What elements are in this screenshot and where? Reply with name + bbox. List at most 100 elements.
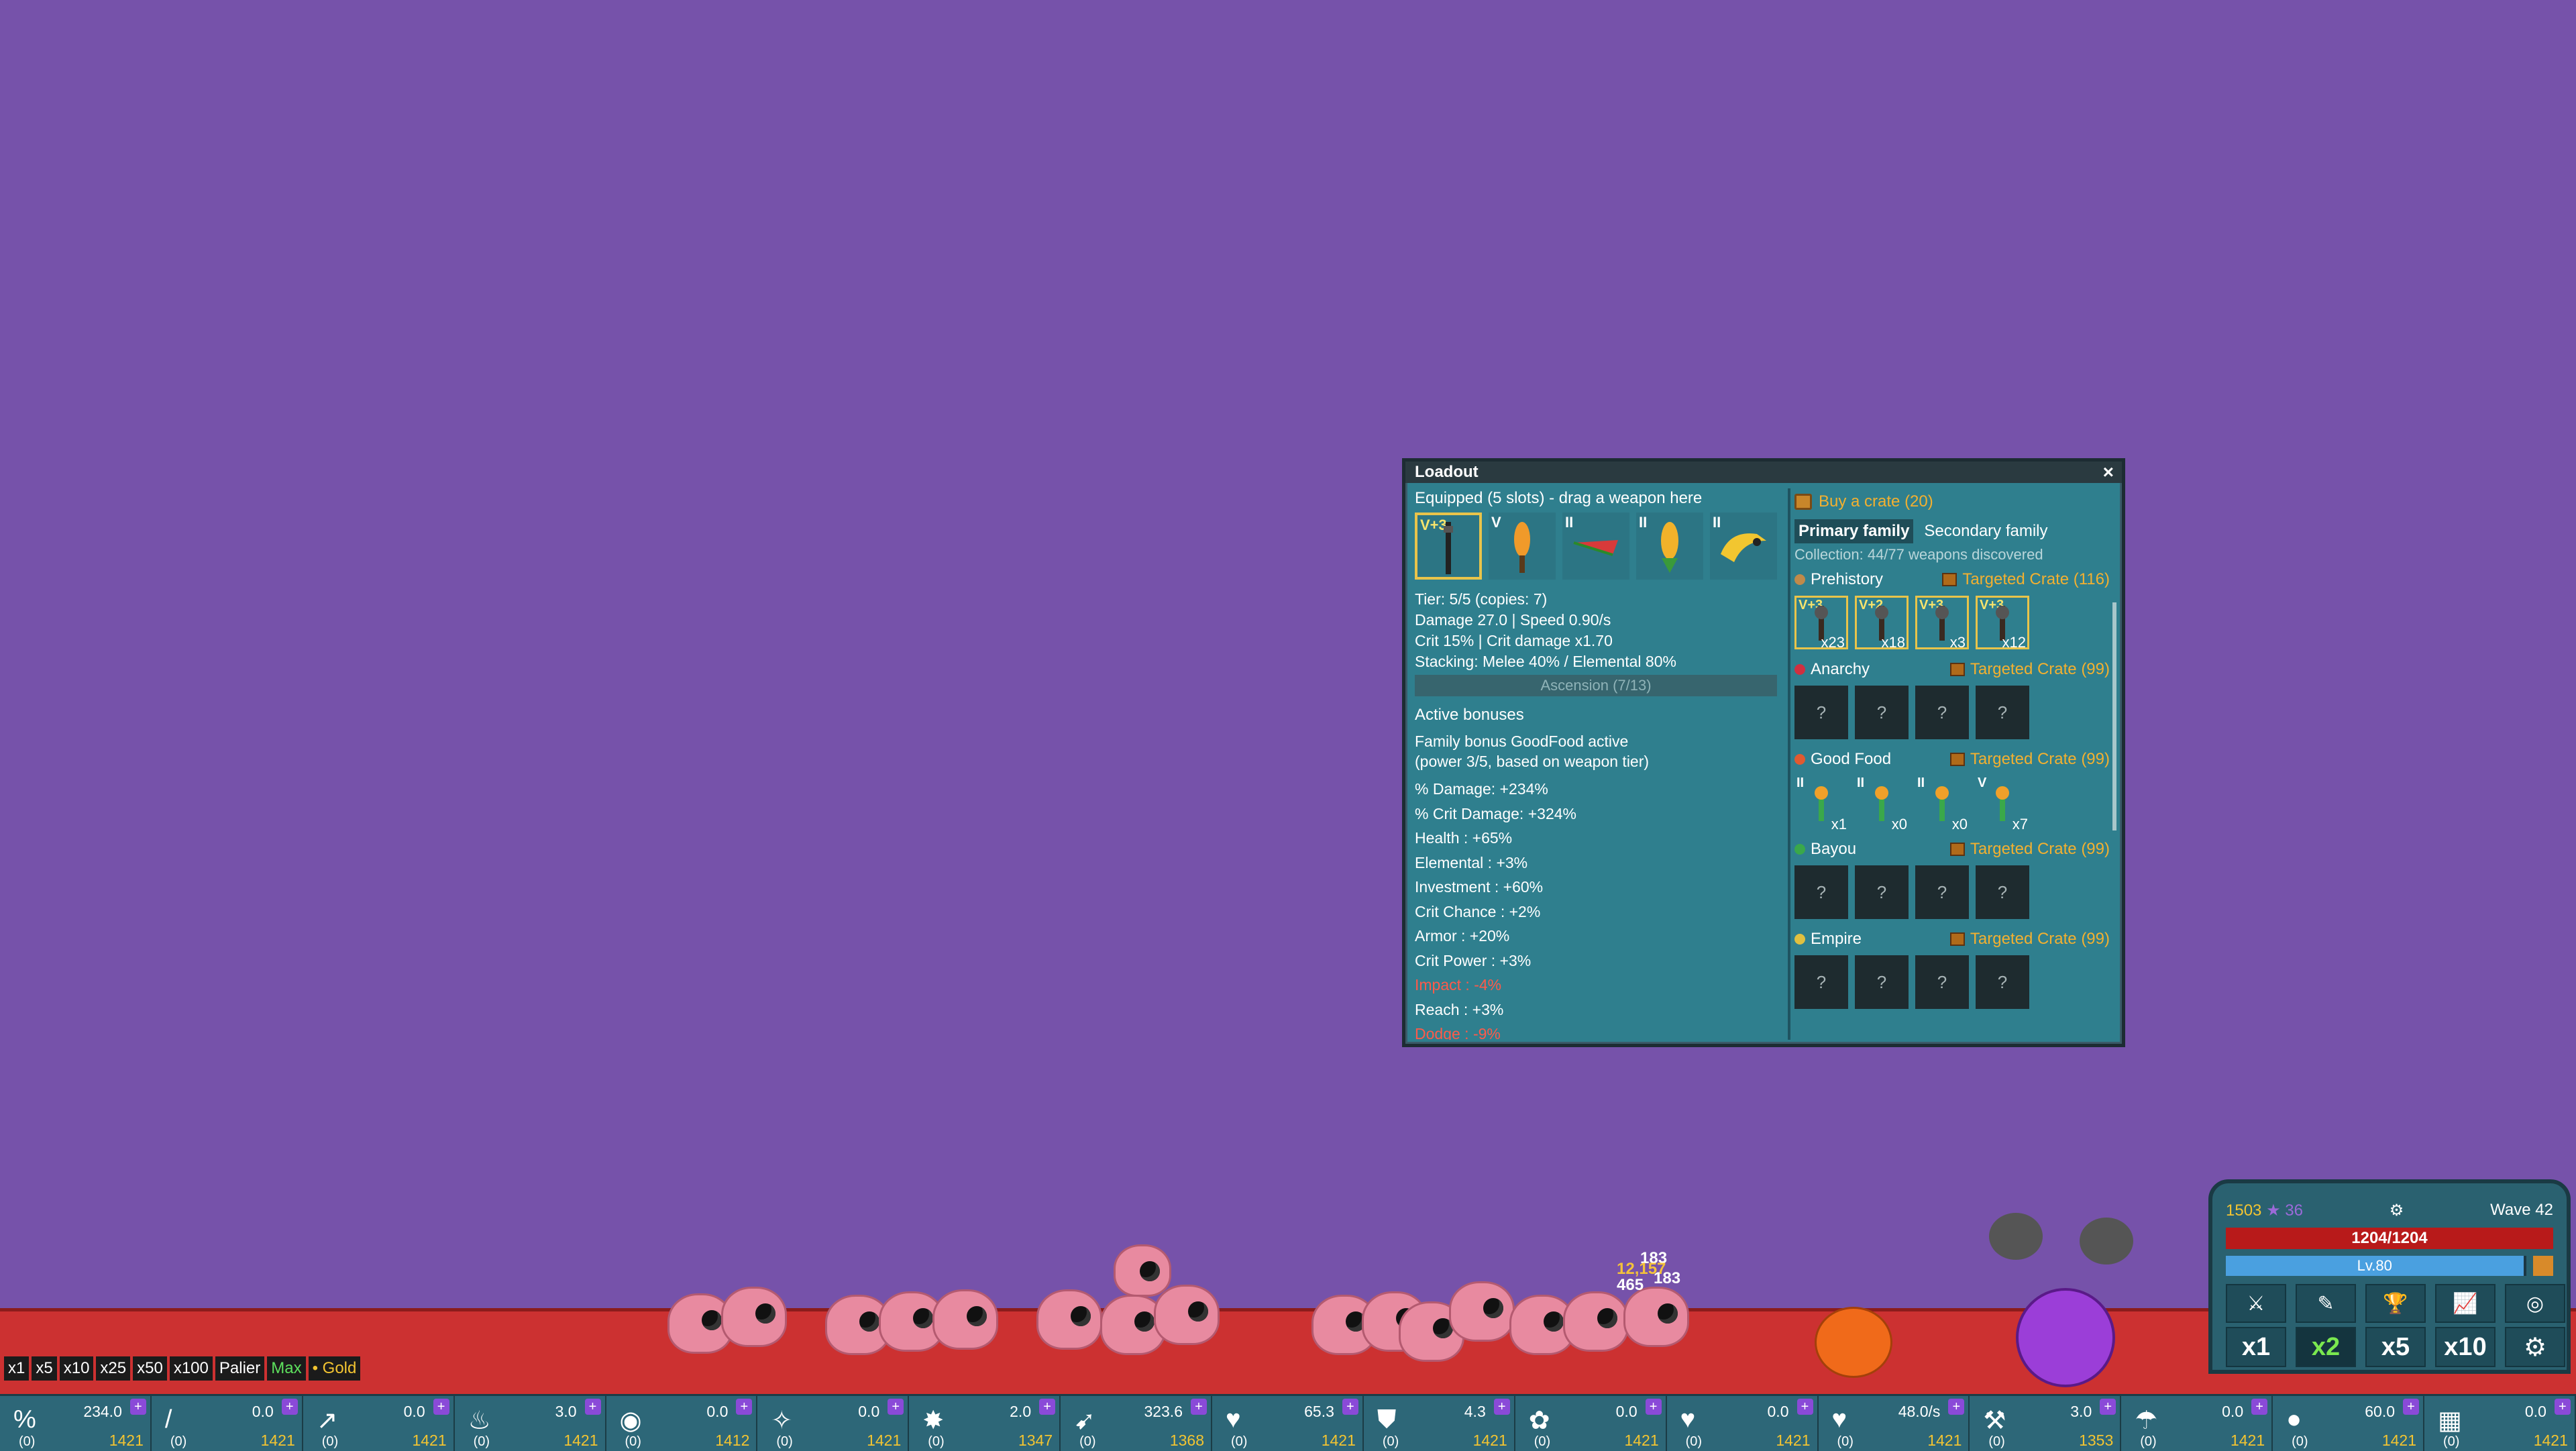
loadout-titlebar[interactable]: Loadout × <box>1405 462 2122 483</box>
upgrade-slot[interactable]: ♥ 48.0/s + (0) 1421 <box>1819 1396 1970 1451</box>
plus-icon[interactable]: + <box>1948 1399 1965 1415</box>
weapon-slot[interactable]: Vx7 <box>1976 775 2029 832</box>
targeted-crate-button[interactable]: Targeted Crate (99) <box>1949 840 2110 859</box>
plus-icon[interactable]: + <box>2403 1399 2419 1415</box>
equipped-slot-4[interactable]: II <box>1636 513 1703 580</box>
plus-icon[interactable]: + <box>129 1399 146 1415</box>
weapon-slot[interactable]: II x0 <box>1915 775 1969 832</box>
undiscovered-weapon-slot[interactable]: ? <box>1855 865 1909 919</box>
undiscovered-weapon-slot[interactable]: ? <box>1855 686 1909 739</box>
weapon-slot[interactable]: V+2 x18 <box>1855 596 1909 651</box>
plus-icon[interactable]: + <box>433 1399 449 1415</box>
close-button[interactable]: × <box>2103 462 2114 483</box>
multiplier-x50-button[interactable]: x50 <box>133 1356 167 1381</box>
upgrade-slot[interactable]: ◉ 0.0 + (0) 1412 <box>606 1396 758 1451</box>
undiscovered-weapon-slot[interactable]: ? <box>1915 686 1969 739</box>
target-icon[interactable]: ◎ <box>2505 1284 2565 1323</box>
weapon-slot[interactable]: V+3 x23 <box>1794 596 1848 651</box>
targeted-crate-button[interactable]: Targeted Crate (99) <box>1949 750 2110 769</box>
upgrade-slot[interactable]: ● 60.0 + (0) 1421 <box>2273 1396 2424 1451</box>
plus-icon[interactable]: + <box>1342 1399 1358 1415</box>
upgrade-slot[interactable]: % 234.0 + (0) 1421 <box>0 1396 152 1451</box>
targeted-crate-button[interactable]: Targeted Crate (116) <box>1942 570 2110 589</box>
equipped-slot-3[interactable]: II <box>1562 513 1629 580</box>
undiscovered-weapon-slot[interactable]: ? <box>1794 955 1848 1009</box>
plus-icon[interactable]: + <box>2554 1399 2571 1415</box>
multiplier-x100-button[interactable]: x100 <box>169 1356 213 1381</box>
undiscovered-weapon-slot[interactable]: ? <box>1855 955 1909 1009</box>
corn-weapon-icon <box>1514 522 1530 573</box>
weapon-slot[interactable]: II x1 <box>1794 775 1848 832</box>
game-speed-x2[interactable]: x2 <box>2296 1327 2356 1367</box>
weapon-slot[interactable]: V+3 x12 <box>1976 596 2029 651</box>
plus-icon[interactable]: + <box>2100 1399 2116 1415</box>
upgrade-slot[interactable]: ♨ 3.0 + (0) 1421 <box>455 1396 606 1451</box>
pink-blob-enemy <box>1623 1287 1689 1347</box>
upgrade-slot[interactable]: / 0.0 + (0) 1421 <box>152 1396 303 1451</box>
undiscovered-weapon-slot[interactable]: ? <box>1976 955 2029 1009</box>
multiplier-max-button[interactable]: Max <box>267 1356 306 1381</box>
equipped-slot-1[interactable]: V+3 <box>1415 513 1482 580</box>
crate-icon <box>1949 843 1965 856</box>
plus-icon[interactable]: + <box>1796 1399 1813 1415</box>
weapon-slot[interactable]: V+3 x3 <box>1915 596 1969 651</box>
family-name: Bayou <box>1794 840 1856 859</box>
undiscovered-weapon-slot[interactable]: ? <box>1976 865 2029 919</box>
upgrade-slot[interactable]: ⚒ 3.0 + (0) 1353 <box>1970 1396 2122 1451</box>
targeted-crate-button[interactable]: Targeted Crate (99) <box>1949 930 2110 949</box>
gear-icon[interactable]: ⚙ <box>2505 1327 2565 1367</box>
plus-icon[interactable]: + <box>2251 1399 2268 1415</box>
equipped-slot-2[interactable]: V <box>1489 513 1556 580</box>
multiplier-palier-button[interactable]: Palier <box>215 1356 265 1381</box>
weapon-slot[interactable]: II x0 <box>1855 775 1909 832</box>
stats-icon[interactable]: 📈 <box>2435 1284 2496 1323</box>
undiscovered-weapon-slot[interactable]: ? <box>1794 865 1848 919</box>
gift-icon[interactable] <box>2533 1256 2553 1276</box>
undiscovered-weapon-slot[interactable]: ? <box>1915 955 1969 1009</box>
tab-primary-family[interactable]: Primary family <box>1794 519 1914 543</box>
targeted-crate-button[interactable]: Targeted Crate (99) <box>1949 660 2110 679</box>
upgrade-slot[interactable]: ↗ 0.0 + (0) 1421 <box>303 1396 455 1451</box>
undiscovered-weapon-slot[interactable]: ? <box>1794 686 1848 739</box>
game-speed-x5[interactable]: x5 <box>2365 1327 2426 1367</box>
collection-scrollbar[interactable] <box>2112 602 2116 830</box>
upgrade-slot[interactable]: ⛊ 4.3 + (0) 1421 <box>1364 1396 1515 1451</box>
multiplier-x10-button[interactable]: x10 <box>59 1356 94 1381</box>
upgrade-slot[interactable]: ✧ 0.0 + (0) 1421 <box>757 1396 910 1451</box>
upgrade-slot[interactable]: ☂ 0.0 + (0) 1421 <box>2121 1396 2273 1451</box>
plus-icon[interactable]: + <box>736 1399 753 1415</box>
undiscovered-weapon-slot[interactable]: ? <box>1915 865 1969 919</box>
ascension-button[interactable]: Ascension (7/13) <box>1415 675 1777 696</box>
bonus-item: Reach : +3% <box>1415 1000 1504 1018</box>
game-speed-x10[interactable]: x10 <box>2435 1327 2496 1367</box>
upgrade-slot[interactable]: ▦ 0.0 + (0) 1421 <box>2424 1396 2576 1451</box>
trophy-icon[interactable]: 🏆 <box>2365 1284 2426 1323</box>
upgrade-slot[interactable]: ♥ 0.0 + (0) 1421 <box>1667 1396 1819 1451</box>
plus-icon[interactable]: + <box>1191 1399 1207 1415</box>
tab-secondary-family[interactable]: Secondary family <box>1920 519 2051 543</box>
upgrade-slot[interactable]: ✿ 0.0 + (0) 1421 <box>1515 1396 1667 1451</box>
plus-icon[interactable]: + <box>584 1399 601 1415</box>
plus-icon[interactable]: + <box>1039 1399 1056 1415</box>
plus-icon[interactable]: + <box>1493 1399 1510 1415</box>
plus-icon[interactable]: + <box>1645 1399 1662 1415</box>
multiplier-x1-button[interactable]: x1 <box>4 1356 30 1381</box>
family-name: Prehistory <box>1794 570 1883 589</box>
multiplier-x25-button[interactable]: x25 <box>96 1356 131 1381</box>
buy-crate-button[interactable]: Buy a crate (20) <box>1794 488 2116 515</box>
scroll-icon[interactable]: ✎ <box>2296 1284 2356 1323</box>
multiplier-x5-button[interactable]: x5 <box>32 1356 57 1381</box>
weapons-icon[interactable]: ⚔ <box>2226 1284 2286 1323</box>
plus-icon[interactable]: + <box>888 1399 904 1415</box>
upgrade-slot[interactable]: ♥ 65.3 + (0) 1421 <box>1212 1396 1364 1451</box>
smoke-cloud <box>1989 1213 2043 1260</box>
plus-icon[interactable]: + <box>281 1399 298 1415</box>
settings-icon[interactable]: ⚙ <box>2390 1201 2404 1220</box>
upgrade-slot[interactable]: ➹ 323.6 + (0) 1368 <box>1061 1396 1212 1451</box>
game-speed-x1[interactable]: x1 <box>2226 1327 2286 1367</box>
upgrade-slot[interactable]: ✸ 2.0 + (0) 1347 <box>909 1396 1061 1451</box>
multiplier-gold-button[interactable]: • Gold <box>308 1356 361 1381</box>
undiscovered-weapon-slot[interactable]: ? <box>1976 686 2029 739</box>
slot-tier: V <box>1491 514 1501 531</box>
equipped-slot-5[interactable]: II <box>1710 513 1777 580</box>
